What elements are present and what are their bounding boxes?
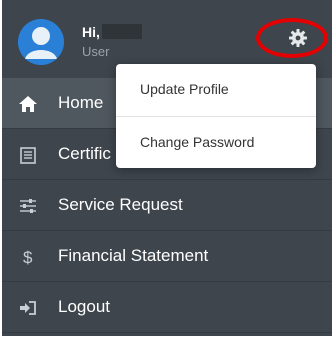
settings-dropdown: Update Profile Change Password — [116, 64, 316, 168]
sliders-icon — [20, 199, 36, 213]
change-password-label: Change Password — [140, 134, 255, 150]
nav-item-service-request[interactable]: Service Request — [2, 180, 332, 231]
avatar[interactable] — [18, 19, 64, 65]
redacted-username — [102, 24, 142, 39]
dollar-icon: $ — [23, 248, 33, 267]
user-role: User — [82, 44, 110, 59]
nav-item-label: Service Request — [58, 195, 183, 214]
update-profile-option[interactable]: Update Profile — [116, 64, 316, 116]
home-icon — [19, 96, 37, 112]
logout-icon — [20, 301, 36, 315]
svg-text:$: $ — [23, 248, 33, 267]
nav-item-label: Home — [58, 93, 104, 112]
annotation-circle — [256, 18, 328, 58]
greeting-text: Hi, — [82, 24, 100, 40]
nav-item-label: Financial Statement — [58, 246, 209, 265]
nav-item-label: Logout — [58, 297, 110, 316]
change-password-option[interactable]: Change Password — [116, 117, 316, 169]
nav-item-logout[interactable]: Logout — [2, 282, 332, 333]
update-profile-label: Update Profile — [140, 81, 229, 97]
certificate-icon — [20, 147, 36, 164]
nav-item-financial-statement[interactable]: $ Financial Statement — [2, 231, 332, 282]
nav-item-label: Certific — [58, 144, 111, 163]
